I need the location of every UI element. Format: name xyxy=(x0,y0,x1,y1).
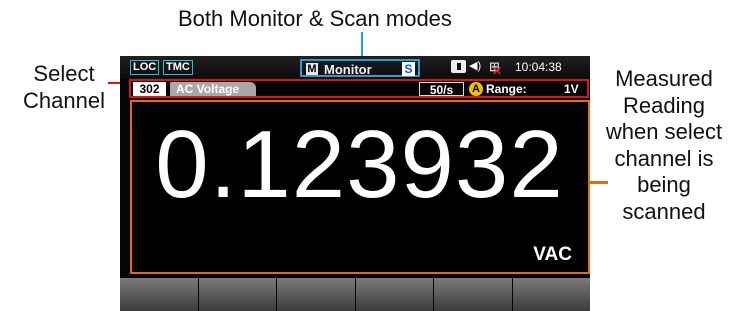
channel-number[interactable]: 302 xyxy=(133,82,166,96)
softkey-row xyxy=(120,278,590,311)
callout-connector-top xyxy=(361,32,363,56)
disconnected-x-icon: ✕ xyxy=(492,64,503,78)
reading-panel: 0.123932 VAC xyxy=(130,100,590,274)
softkey-5[interactable] xyxy=(434,278,512,311)
left-callout: Select Channel xyxy=(23,61,105,113)
status-bar: LOC TMC M Monitor S ◀) ⊞ ✕ 10:04:38 xyxy=(120,56,590,79)
range-value: 1V xyxy=(564,82,579,96)
measured-reading: 0.123932 xyxy=(155,111,564,218)
clock: 10:04:38 xyxy=(515,60,562,74)
reading-unit: VAC xyxy=(533,244,572,265)
softkey-1[interactable] xyxy=(120,278,198,311)
softkey-4[interactable] xyxy=(355,278,433,311)
range-label: Range: xyxy=(486,82,527,96)
right-callout: Measured Reading when select channel is … xyxy=(605,66,723,224)
memory-icon xyxy=(451,60,466,73)
function-tab[interactable]: AC Voltage xyxy=(170,82,256,96)
monitor-mode-chip: M xyxy=(306,63,318,75)
mode-label: Monitor xyxy=(324,62,372,77)
speaker-icon: ◀) xyxy=(469,60,482,72)
top-callout: Both Monitor & Scan modes xyxy=(178,6,452,31)
mode-indicator[interactable]: M Monitor S xyxy=(300,59,420,77)
auto-range-icon: A xyxy=(469,82,483,96)
softkey-3[interactable] xyxy=(277,278,355,311)
softkey-6[interactable] xyxy=(512,278,590,311)
callout-connector-right xyxy=(590,181,608,184)
softkey-2[interactable] xyxy=(198,278,276,311)
sample-rate: 50/s xyxy=(419,82,464,97)
scan-mode-chip: S xyxy=(402,62,415,76)
tmc-badge: TMC xyxy=(163,60,193,75)
instrument-screen: LOC TMC M Monitor S ◀) ⊞ ✕ 10:04:38 302 … xyxy=(120,56,590,311)
loc-badge: LOC xyxy=(130,60,160,75)
